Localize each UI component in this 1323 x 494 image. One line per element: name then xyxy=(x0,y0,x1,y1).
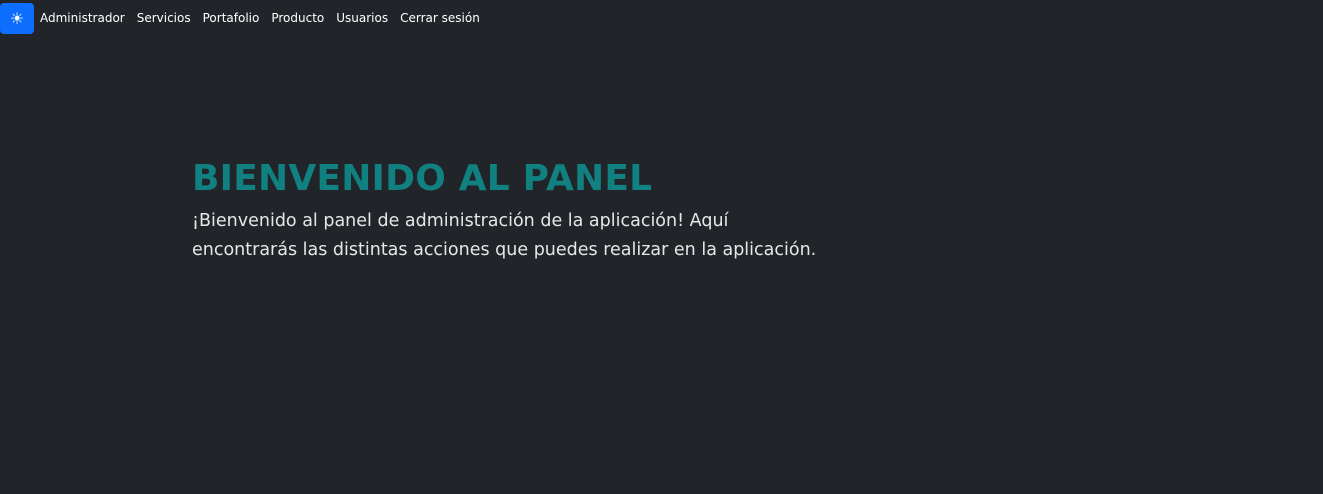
sun-icon: ☀ xyxy=(9,8,25,28)
nav-link-cerrar-sesion[interactable]: Cerrar sesión xyxy=(400,3,480,34)
welcome-text: ¡Bienvenido al panel de administración d… xyxy=(192,211,817,260)
nav-link-portafolio[interactable]: Portafolio xyxy=(203,3,260,34)
hero-section: BIENVENIDO AL PANEL ¡Bienvenido al panel… xyxy=(192,155,832,265)
page-title: BIENVENIDO AL PANEL xyxy=(192,158,653,199)
nav-link-administrador[interactable]: Administrador xyxy=(40,3,125,34)
nav-links: Administrador Servicios Portafolio Produ… xyxy=(40,3,492,34)
nav-link-servicios[interactable]: Servicios xyxy=(137,3,191,34)
nav-link-usuarios[interactable]: Usuarios xyxy=(336,3,388,34)
theme-toggle-button[interactable]: ☀ xyxy=(0,3,34,34)
nav-link-producto[interactable]: Producto xyxy=(271,3,324,34)
top-navbar: ☀ Administrador Servicios Portafolio Pro… xyxy=(0,3,492,34)
